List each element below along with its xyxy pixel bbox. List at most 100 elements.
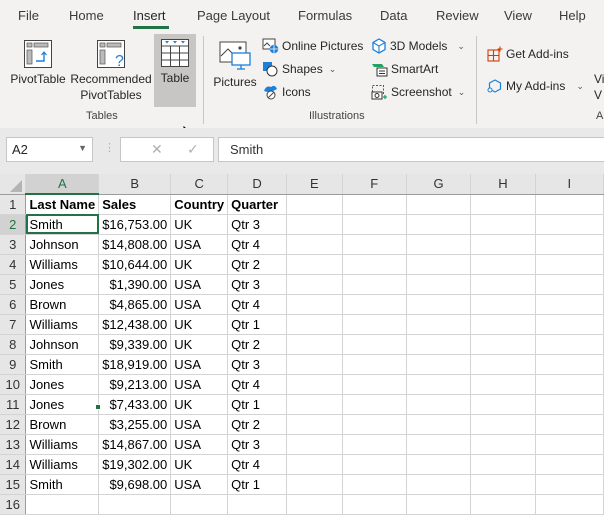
cell-last-name[interactable]: Jones bbox=[25, 394, 100, 415]
cell-quarter[interactable]: Qtr 2 bbox=[227, 334, 288, 355]
select-all-corner[interactable] bbox=[0, 174, 27, 195]
column-header-f[interactable]: F bbox=[342, 174, 407, 195]
empty-cell[interactable] bbox=[406, 334, 472, 355]
empty-cell[interactable] bbox=[535, 494, 604, 515]
row-header[interactable]: 9 bbox=[0, 354, 27, 375]
cell-quarter[interactable]: Qtr 4 bbox=[227, 234, 288, 255]
fill-handle[interactable] bbox=[95, 404, 101, 410]
name-box[interactable]: A2 ▼ bbox=[6, 137, 93, 162]
empty-cell[interactable] bbox=[406, 374, 472, 395]
cell-quarter[interactable]: Qtr 3 bbox=[227, 214, 288, 235]
cell-quarter[interactable]: Qtr 4 bbox=[227, 374, 288, 395]
column-header-e[interactable]: E bbox=[286, 174, 343, 195]
cell-quarter[interactable] bbox=[227, 494, 288, 515]
online-pictures-button[interactable]: Online Pictures bbox=[262, 37, 363, 55]
cell-last-name[interactable]: Brown bbox=[25, 294, 100, 315]
empty-cell[interactable] bbox=[286, 454, 343, 475]
pictures-button[interactable]: Pictures bbox=[210, 36, 260, 106]
cell-country[interactable]: UK bbox=[170, 394, 229, 415]
empty-cell[interactable] bbox=[470, 314, 536, 335]
recommended-pivottables-button[interactable]: ? Recommended PivotTables bbox=[70, 36, 152, 106]
cell-country[interactable] bbox=[170, 494, 229, 515]
cell-quarter[interactable]: Qtr 1 bbox=[227, 474, 288, 495]
empty-cell[interactable] bbox=[406, 214, 472, 235]
cell-country[interactable]: UK bbox=[170, 254, 229, 275]
row-header[interactable]: 4 bbox=[0, 254, 27, 275]
empty-cell[interactable] bbox=[470, 394, 536, 415]
empty-cell[interactable] bbox=[342, 354, 407, 375]
smartart-button[interactable]: SmartArt bbox=[371, 60, 438, 78]
column-header-g[interactable]: G bbox=[406, 174, 472, 195]
empty-cell[interactable] bbox=[286, 314, 343, 335]
row-header[interactable]: 2 bbox=[0, 214, 27, 235]
empty-cell[interactable] bbox=[406, 394, 472, 415]
empty-cell[interactable] bbox=[406, 414, 472, 435]
empty-cell[interactable] bbox=[286, 434, 343, 455]
empty-cell[interactable] bbox=[286, 194, 343, 215]
cell-quarter[interactable]: Qtr 4 bbox=[227, 454, 288, 475]
cell-quarter[interactable]: Qtr 1 bbox=[227, 314, 288, 335]
empty-cell[interactable] bbox=[286, 374, 343, 395]
empty-cell[interactable] bbox=[406, 454, 472, 475]
row-header[interactable]: 8 bbox=[0, 334, 27, 355]
tab-view[interactable]: View bbox=[504, 8, 532, 23]
cell-sales[interactable]: $14,808.00 bbox=[98, 234, 172, 255]
cell-quarter[interactable]: Qtr 2 bbox=[227, 414, 288, 435]
cell-last-name[interactable]: Johnson bbox=[25, 334, 100, 355]
cell-sales[interactable]: $19,302.00 bbox=[98, 454, 172, 475]
cell-last-name[interactable]: Jones bbox=[25, 374, 100, 395]
cell-country[interactable]: USA bbox=[170, 374, 229, 395]
empty-cell[interactable] bbox=[406, 294, 472, 315]
empty-cell[interactable] bbox=[286, 334, 343, 355]
empty-cell[interactable] bbox=[470, 494, 536, 515]
cell-sales[interactable]: Sales bbox=[98, 194, 172, 215]
empty-cell[interactable] bbox=[535, 434, 604, 455]
empty-cell[interactable] bbox=[286, 294, 343, 315]
column-header-a[interactable]: A bbox=[25, 174, 100, 195]
row-header[interactable]: 13 bbox=[0, 434, 27, 455]
empty-cell[interactable] bbox=[406, 274, 472, 295]
column-header-i[interactable]: I bbox=[535, 174, 604, 195]
empty-cell[interactable] bbox=[286, 414, 343, 435]
cell-last-name[interactable]: Williams bbox=[25, 454, 100, 475]
empty-cell[interactable] bbox=[535, 454, 604, 475]
cell-quarter[interactable]: Qtr 3 bbox=[227, 354, 288, 375]
cell-last-name[interactable]: Smith bbox=[25, 354, 100, 375]
cell-country[interactable]: UK bbox=[170, 314, 229, 335]
empty-cell[interactable] bbox=[342, 394, 407, 415]
cell-last-name[interactable]: Williams bbox=[25, 434, 100, 455]
column-header-b[interactable]: B bbox=[98, 174, 172, 195]
row-header[interactable]: 12 bbox=[0, 414, 27, 435]
screenshot-button[interactable]: Screenshot ⌄ bbox=[371, 83, 465, 101]
cell-last-name[interactable]: Johnson bbox=[25, 234, 100, 255]
cell-country[interactable]: UK bbox=[170, 454, 229, 475]
column-header-h[interactable]: H bbox=[470, 174, 536, 195]
cell-last-name[interactable]: Jones bbox=[25, 274, 100, 295]
cell-last-name[interactable]: Last Name bbox=[25, 194, 100, 215]
shapes-button[interactable]: Shapes ⌄ bbox=[262, 60, 336, 78]
column-header-c[interactable]: C bbox=[170, 174, 229, 195]
cell-sales[interactable]: $9,698.00 bbox=[98, 474, 172, 495]
empty-cell[interactable] bbox=[406, 194, 472, 215]
tab-review[interactable]: Review bbox=[436, 8, 479, 23]
row-header[interactable]: 15 bbox=[0, 474, 27, 495]
row-header[interactable]: 7 bbox=[0, 314, 27, 335]
empty-cell[interactable] bbox=[286, 354, 343, 375]
3d-models-button[interactable]: 3D Models ⌄ bbox=[371, 37, 465, 55]
empty-cell[interactable] bbox=[342, 454, 407, 475]
empty-cell[interactable] bbox=[470, 254, 536, 275]
empty-cell[interactable] bbox=[406, 494, 472, 515]
empty-cell[interactable] bbox=[286, 394, 343, 415]
cell-country[interactable]: USA bbox=[170, 354, 229, 375]
pivottable-button[interactable]: PivotTable bbox=[8, 36, 68, 106]
cell-last-name[interactable]: Williams bbox=[25, 314, 100, 335]
empty-cell[interactable] bbox=[535, 474, 604, 495]
empty-cell[interactable] bbox=[535, 254, 604, 275]
empty-cell[interactable] bbox=[286, 234, 343, 255]
empty-cell[interactable] bbox=[535, 214, 604, 235]
cell-last-name[interactable] bbox=[25, 494, 100, 515]
empty-cell[interactable] bbox=[470, 354, 536, 375]
row-header[interactable]: 10 bbox=[0, 374, 27, 395]
cell-quarter[interactable]: Qtr 4 bbox=[227, 294, 288, 315]
cell-country[interactable]: USA bbox=[170, 274, 229, 295]
